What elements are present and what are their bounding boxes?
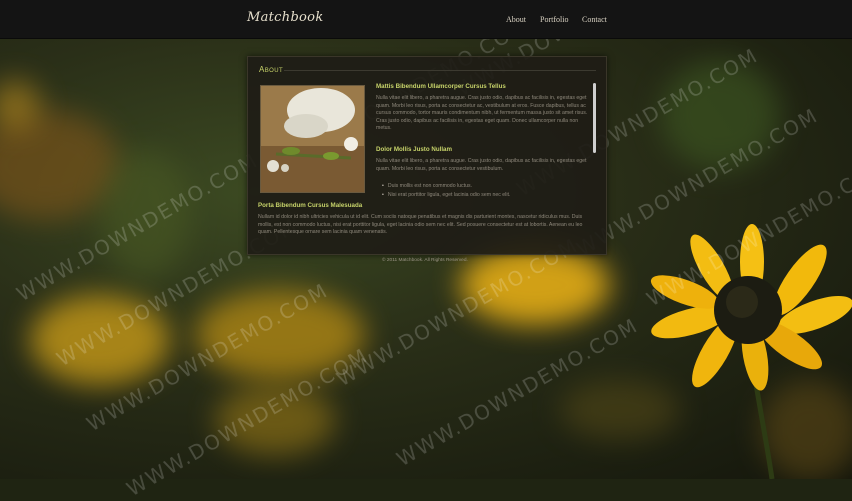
- top-navigation-bar: Matchbook About Portfolio Contact: [0, 0, 852, 39]
- section-paragraph: Nulla vitae elit libero, a pharetra augu…: [376, 95, 588, 132]
- section-heading: Dolor Mollis Justo Nullam: [376, 146, 452, 153]
- nav-link-portfolio[interactable]: Portfolio: [540, 15, 568, 24]
- footer-copyright: © 2011 Matchbook. All Rights Reserved.: [382, 258, 468, 263]
- section-heading: Mattis Bibendum Ullamcorper Cursus Tellu…: [376, 83, 506, 90]
- section-paragraph: Nulla vitae elit libero, a pharetra augu…: [376, 158, 587, 172]
- scrollbar-thumb[interactable]: [593, 83, 596, 153]
- section-heading: Porta Bibendum Cursus Malesuada: [258, 202, 363, 209]
- nav-link-about[interactable]: About: [506, 15, 526, 24]
- site-logo[interactable]: Matchbook: [247, 10, 324, 25]
- photo-illustration: [261, 86, 364, 192]
- panel-title: About: [259, 65, 284, 74]
- title-divider: [284, 70, 596, 71]
- section-paragraph: Nullam id dolor id nibh ultricies vehicu…: [258, 214, 583, 236]
- spa-stones-photo: [260, 85, 365, 193]
- list-item: Nisi erat porttitor ligula, eget lacinia…: [382, 192, 511, 198]
- about-panel: About Mattis Bibendum Ullamcorper Cursus…: [247, 56, 607, 255]
- nav-link-contact[interactable]: Contact: [582, 15, 607, 24]
- list-item: Duis mollis est non commodo luctus.: [382, 183, 472, 189]
